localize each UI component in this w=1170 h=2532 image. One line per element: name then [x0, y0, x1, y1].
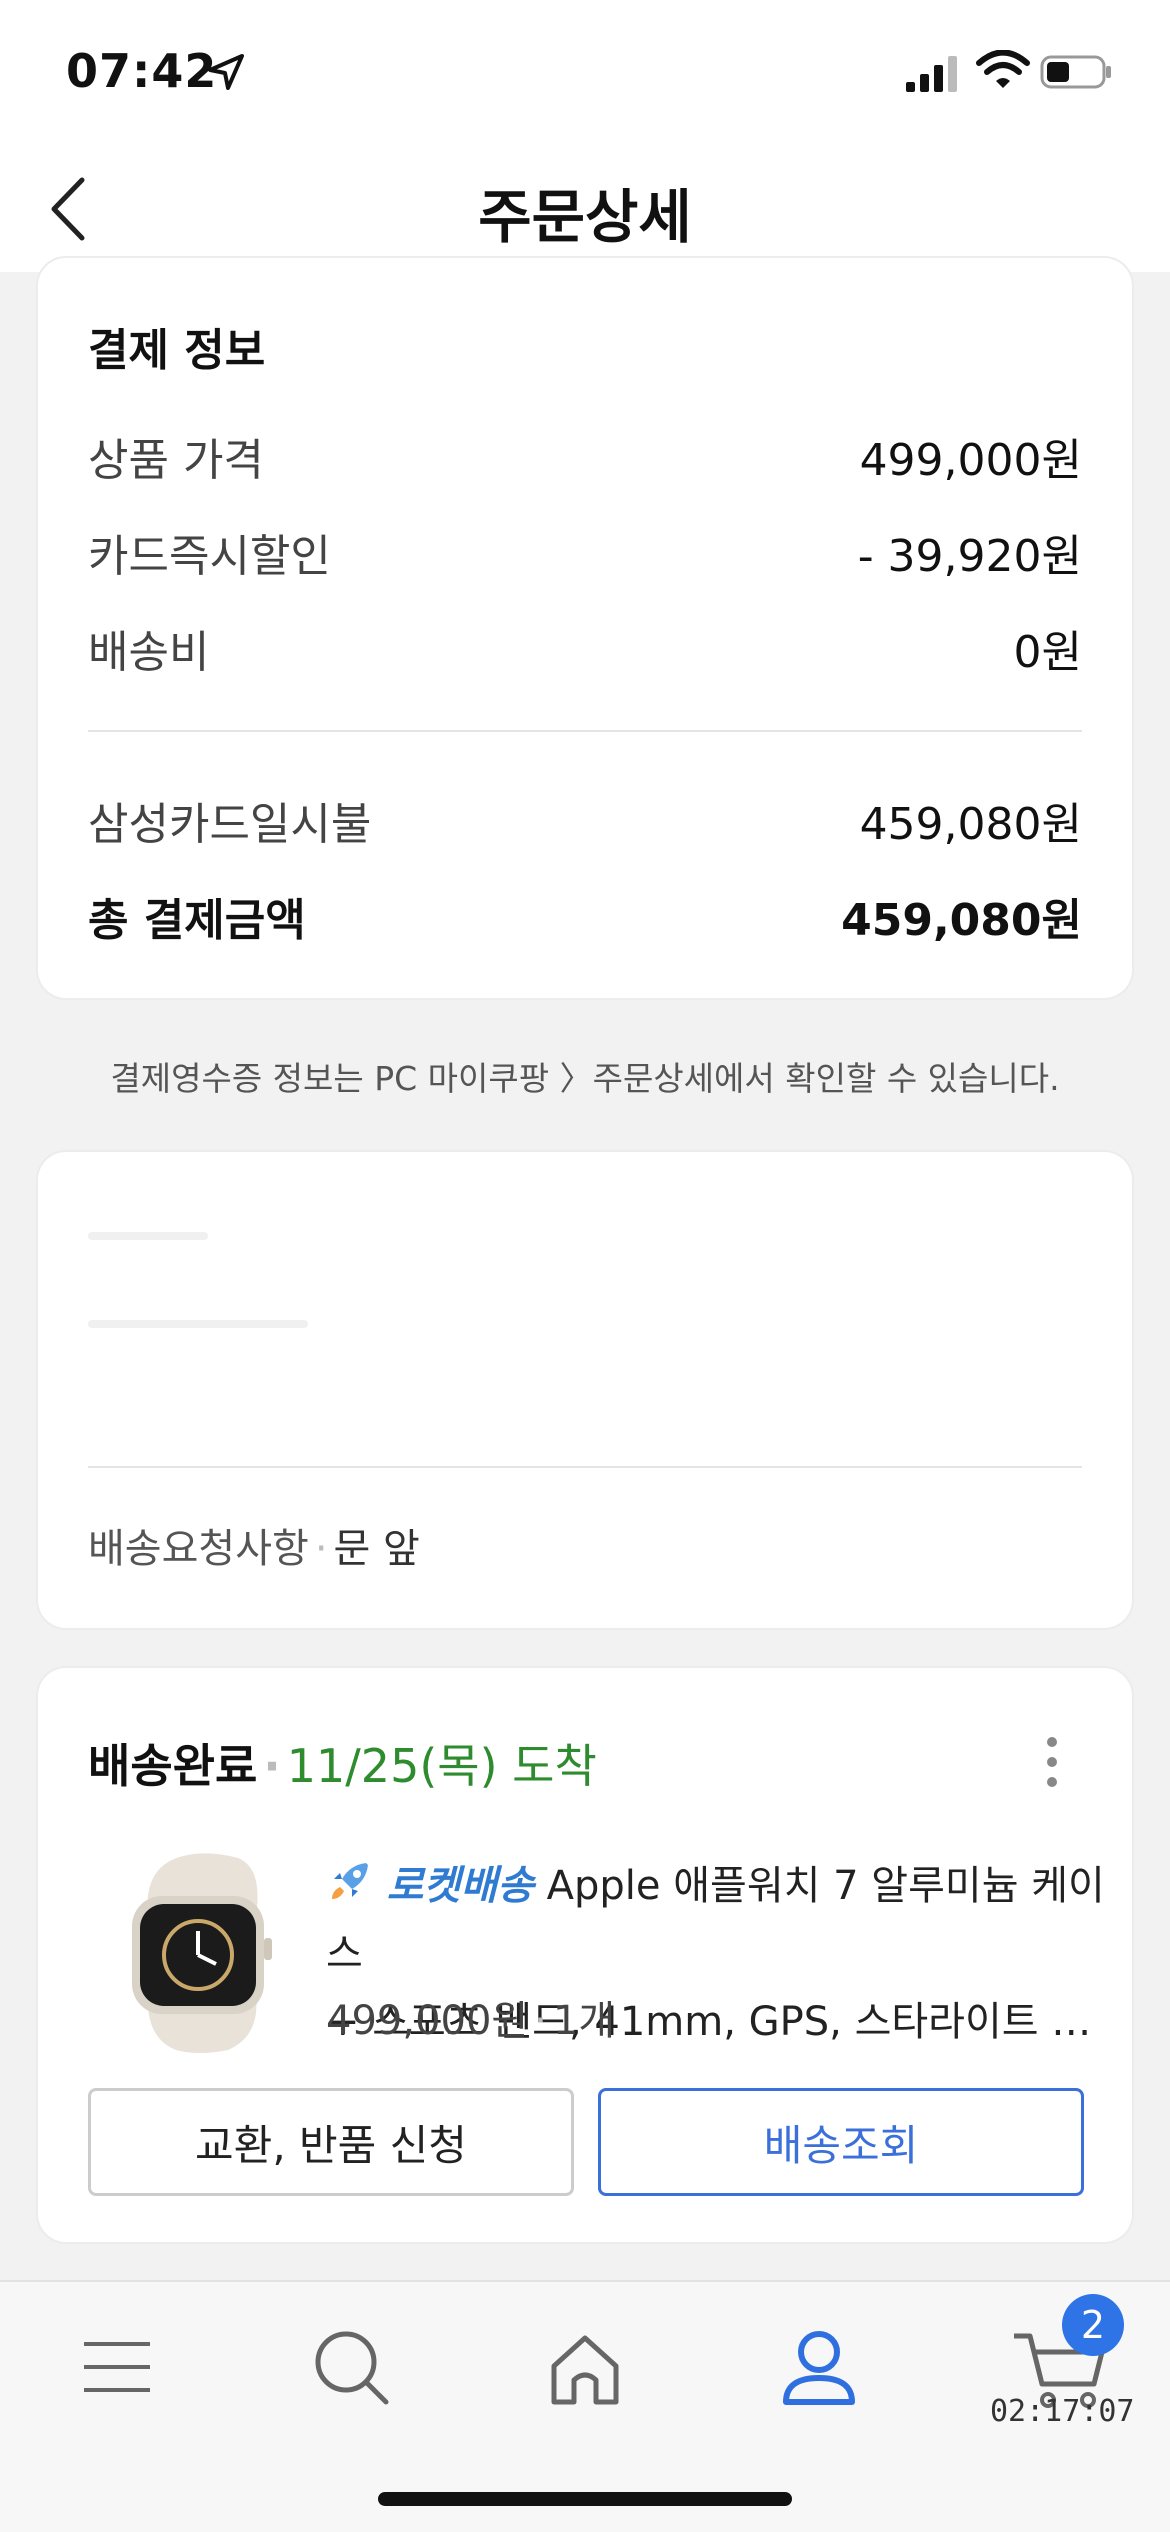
- exchange-return-button[interactable]: 교환, 반품 신청: [88, 2088, 574, 2196]
- order-detail-screen: 07:42 주문상세 결제 정보 상품 가격 499,000원 카드즉시할인 -…: [0, 0, 1170, 2532]
- cellular-signal-icon: [906, 56, 957, 92]
- delivery-request: 배송요청사항 · 문 앞: [88, 1516, 420, 1574]
- apple-watch-product-image[interactable]: [88, 1846, 298, 2056]
- product-price-qty: 499,000원 · 1개: [326, 1988, 615, 2046]
- delivery-address-card: 배송요청사항 · 문 앞: [38, 1152, 1132, 1628]
- home-indicator: [378, 2492, 792, 2506]
- address-divider: [88, 1466, 1082, 1468]
- product-quantity: 1개: [552, 1998, 616, 2044]
- status-time: 07:42: [66, 44, 218, 98]
- delivery-status: 배송완료 · 11/25(목) 도착: [88, 1730, 597, 1796]
- product-price-label: 상품 가격: [88, 435, 264, 486]
- payment-method-value: 459,080원: [859, 799, 1082, 850]
- status-bar: 07:42: [0, 0, 1170, 140]
- more-options-icon[interactable]: [1042, 1734, 1062, 1790]
- payment-divider: [88, 730, 1082, 732]
- product-price: 499,000원: [326, 1998, 529, 2044]
- rocket-icon: [332, 1863, 368, 1899]
- top-navigation-bar: 주문상세: [0, 140, 1170, 272]
- search-icon[interactable]: [306, 2322, 396, 2412]
- separator-dot: ·: [263, 1739, 281, 1793]
- payment-method-label: 삼성카드일시불: [88, 799, 372, 850]
- shipping-fee-value: 0원: [1013, 627, 1082, 678]
- delivery-request-label: 배송요청사항: [88, 1526, 309, 1572]
- cart-count-badge: 2: [1062, 2294, 1124, 2356]
- product-price-value: 499,000원: [859, 435, 1082, 486]
- rocket-delivery-label: 로켓배송: [386, 1863, 534, 1909]
- location-arrow-icon: [208, 54, 244, 90]
- separator-dot: ·: [534, 1998, 547, 2044]
- receipt-note: 결제영수증 정보는 PC 마이쿠팡 〉주문상세에서 확인할 수 있습니다.: [110, 1059, 1060, 1098]
- delivery-request-value: 문 앞: [333, 1526, 420, 1572]
- battery-icon: [1040, 55, 1111, 89]
- delivery-status-label: 배송완료: [88, 1739, 258, 1793]
- payment-info-card: 결제 정보 상품 가격 499,000원 카드즉시할인 - 39,920원 배송…: [38, 258, 1132, 998]
- payment-section-title: 결제 정보: [88, 325, 266, 376]
- redacted-address: [88, 1232, 308, 1408]
- wifi-icon: [976, 50, 1030, 88]
- shipping-fee-label: 배송비: [88, 627, 210, 678]
- track-delivery-button[interactable]: 배송조회: [598, 2088, 1084, 2196]
- card-discount-value: - 39,920원: [857, 531, 1082, 582]
- separator-dot: ·: [314, 1526, 328, 1572]
- cart-timer: 02:17:07: [990, 2394, 1135, 2429]
- page-title: 주문상세: [478, 183, 692, 251]
- total-amount-label: 총 결제금액: [88, 895, 306, 946]
- my-account-icon[interactable]: [774, 2322, 864, 2412]
- card-discount-label: 카드즉시할인: [88, 531, 331, 582]
- order-item-card: 배송완료 · 11/25(목) 도착 로켓배송 Apple 애플워치 7 알루미…: [38, 1668, 1132, 2242]
- total-amount-value: 459,080원: [841, 895, 1082, 946]
- arrival-date: 11/25(목) 도착: [286, 1739, 597, 1793]
- menu-icon[interactable]: [72, 2322, 162, 2412]
- home-icon[interactable]: [540, 2322, 630, 2412]
